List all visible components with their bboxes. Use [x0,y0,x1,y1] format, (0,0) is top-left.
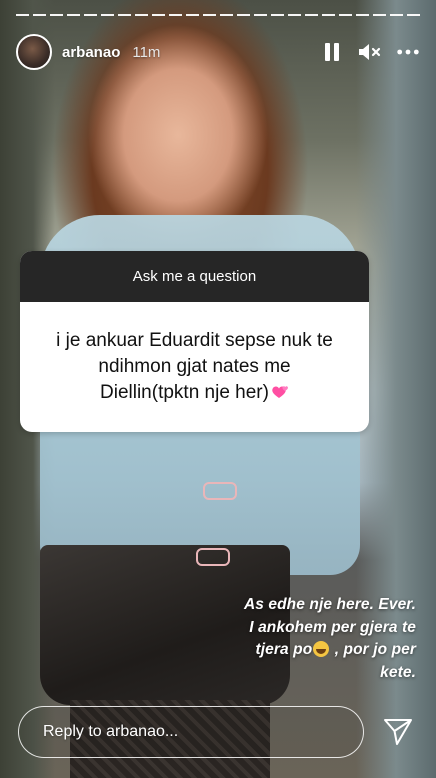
bow-button-1 [203,482,237,500]
caption-line-4: kete. [380,663,416,681]
two-hearts-emoji-icon [271,382,289,398]
question-sticker[interactable]: Ask me a question i je ankuar Eduardit s… [20,251,369,432]
post-time: 11m [132,43,161,61]
story-caption: As edhe nje here. Ever. I ankohem per gj… [196,594,416,684]
caption-line-3-start: tjera po [255,641,313,658]
caption-line-3: tjera po , por jo per [196,639,416,662]
answer-line-1: i je ankuar Eduardit sepse nuk te [56,330,333,351]
reply-input[interactable]: Reply to arbanao... [18,706,364,758]
story-header: arbanao 11m [16,32,420,72]
send-icon[interactable] [378,712,418,752]
bow-button-2 [196,548,230,566]
question-sticker-title: Ask me a question [20,251,369,302]
answer-line-2: ndihmon gjat nates me [98,356,291,377]
avatar[interactable] [16,34,52,70]
answer-line-3: Diellin(tpktn nje her) [100,382,269,403]
caption-line-2: I ankohem per gjera te [249,618,416,636]
reply-bar: Reply to arbanao... [18,706,418,758]
username[interactable]: arbanao [62,44,120,61]
mute-icon[interactable] [358,40,382,64]
laughing-emoji-icon [313,641,330,657]
caption-line-1: As edhe nje here. Ever. [243,596,416,613]
pause-icon[interactable] [320,40,344,64]
question-sticker-answer: i je ankuar Eduardit sepse nuk te ndihmo… [20,302,369,432]
caption-line-3-end: , por jo per [330,641,416,658]
more-icon[interactable] [396,40,420,64]
header-controls [320,40,420,64]
story-progress-segments [16,14,420,16]
